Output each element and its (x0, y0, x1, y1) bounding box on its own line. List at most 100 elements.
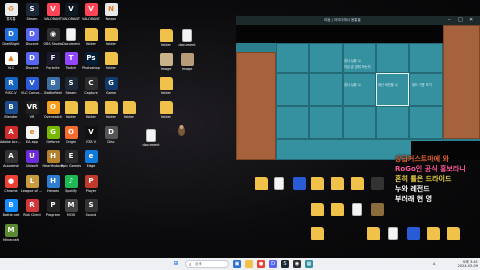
desktop-shortcut[interactable]: D Disc (100, 125, 122, 150)
desktop-shortcut[interactable]: Ps Photoshop (80, 51, 102, 76)
board-tile[interactable] (409, 106, 443, 139)
obs-taskbar-icon[interactable]: ◉ (293, 260, 301, 268)
desktop-shortcut[interactable]: C Capture (80, 76, 102, 101)
desktop-shortcut[interactable] (326, 176, 348, 201)
chrome-taskbar-icon[interactable]: ● (257, 260, 265, 268)
desktop-shortcut[interactable]: VR VR (21, 100, 43, 125)
desktop-shortcut[interactable]: Document (60, 27, 82, 52)
desktop-shortcut[interactable]: ● Chrome (0, 174, 22, 199)
desktop-shortcut[interactable]: LLeague of Legends (21, 174, 43, 199)
desktop-shortcut[interactable]: V GTA V (80, 125, 102, 150)
board-tile[interactable] (276, 43, 309, 73)
desktop-shortcut[interactable] (306, 202, 328, 227)
app-icon (406, 227, 420, 240)
board-tile[interactable] (309, 73, 343, 106)
language-indicator[interactable]: A (433, 262, 435, 266)
desktop-shortcut[interactable] (362, 226, 384, 251)
desktop-shortcut[interactable]: D Discord (21, 51, 43, 76)
desktop-shortcut[interactable]: U Ubisoft (21, 149, 43, 174)
start-button[interactable]: ⊞ (172, 260, 180, 268)
desktop-shortcut[interactable]: N Nexon (100, 2, 122, 27)
desktop-shortcut[interactable]: e EA app (21, 125, 43, 150)
desktop-shortcut[interactable]: R RISC-V (0, 76, 22, 101)
desktop-icon-column-6: N Nexon folder folder G Game folder D Disc (100, 2, 122, 149)
minimize-button[interactable]: – (448, 17, 451, 23)
taskbar-search[interactable]: ⌕ 검색 (185, 260, 229, 268)
desktop-shortcut[interactable]: folder (155, 28, 177, 53)
board-tile-brown-right[interactable] (443, 25, 480, 139)
desktop-shortcut[interactable]: G Game (100, 76, 122, 101)
game-window[interactable]: 리듬 | 아이다에서 몸통을 – □ ✕ 경사 상황 나 지금 끝 맞춰 보는지… (236, 16, 480, 160)
maximize-button[interactable]: □ (458, 17, 463, 23)
steam-taskbar-icon[interactable]: S (281, 260, 289, 268)
desktop-shortcut[interactable]: B Blender (0, 100, 22, 125)
desktop-shortcut[interactable] (306, 226, 328, 251)
desktop-shortcut[interactable]: ♻ 휴지통 (0, 2, 22, 27)
desktop-shortcut[interactable]: e Edge (80, 149, 102, 174)
desktop-shortcut[interactable]: folder (118, 100, 140, 125)
discord-taskbar-icon[interactable]: D (269, 260, 277, 268)
board-tile[interactable] (276, 106, 309, 139)
desktop-shortcut[interactable]: folder (155, 76, 177, 101)
desktop-shortcut[interactable]: document (176, 28, 198, 53)
selected-tile-outline[interactable] (376, 73, 409, 106)
board-tile[interactable] (343, 106, 376, 139)
desktop-shortcut[interactable]: O Origin (60, 125, 82, 150)
board-tile[interactable] (309, 43, 343, 73)
desktop-shortcut[interactable]: document (140, 128, 162, 153)
desktop-shortcut[interactable]: A Autodesk (0, 149, 22, 174)
board-tile-brown-left[interactable] (236, 52, 276, 160)
desktop-shortcut[interactable]: folder (155, 100, 177, 125)
desktop-shortcut[interactable] (346, 176, 368, 201)
desktop-shortcut[interactable]: folder (60, 100, 82, 125)
desktop-shortcut[interactable]: folder (80, 100, 102, 125)
desktop-shortcut[interactable] (402, 226, 424, 251)
clock[interactable]: 오후 3:41 2024-03-09 (446, 260, 478, 268)
desktop-shortcut[interactable]: VVLC Converter (21, 76, 43, 101)
desktop-shortcut[interactable]: M Minecraft (0, 223, 22, 248)
board-tile[interactable] (376, 106, 409, 139)
desktop-shortcut[interactable]: folder (80, 27, 102, 52)
desktop-shortcut[interactable]: folder (100, 27, 122, 52)
desktop-shortcut[interactable]: T Twitch (60, 51, 82, 76)
desktop-shortcut[interactable] (306, 176, 328, 201)
desktop-shortcut[interactable] (268, 176, 290, 201)
desktop-shortcut[interactable] (326, 202, 348, 227)
board-tile[interactable] (309, 106, 343, 139)
game-board[interactable]: 경사 상황 나 지금 끝 맞춰 보는지 최신 버전을 나 경사 상황 나 빌드 … (236, 25, 480, 160)
desktop-shortcut[interactable] (382, 226, 404, 251)
window-titlebar[interactable]: 리듬 | 아이다에서 몸통을 – □ ✕ (236, 16, 480, 25)
desktop-shortcut[interactable]: P Player (80, 174, 102, 199)
desktop-shortcut[interactable]: D DraftSight (0, 27, 22, 52)
desktop-shortcut[interactable]: M MOD (60, 198, 82, 223)
desktop-shortcut[interactable]: V VALORANT (60, 2, 82, 27)
desktop-shortcut[interactable]: R Riot Client (21, 198, 43, 223)
game-taskbar-icon[interactable]: ▦ (305, 260, 313, 268)
board-tile[interactable] (376, 43, 409, 73)
board-tile[interactable] (343, 73, 376, 106)
desktop-shortcut[interactable]: AAdobe Acrobat (0, 125, 22, 150)
desktop-shortcut[interactable]: B Battle.net (0, 198, 22, 223)
task-view-button[interactable]: ▣ (233, 260, 241, 268)
board-tile[interactable] (409, 43, 443, 73)
file-explorer-taskbar-icon[interactable] (245, 260, 253, 268)
board-tile[interactable] (409, 73, 443, 106)
board-tile[interactable] (276, 73, 309, 106)
desktop-shortcut[interactable]: S Steam (21, 2, 43, 27)
desktop-shortcut[interactable] (442, 226, 464, 251)
desktop-shortcut[interactable] (346, 202, 368, 227)
desktop-shortcut[interactable]: D Discord (21, 27, 43, 52)
desktop-shortcut[interactable]: image (176, 52, 198, 77)
desktop-shortcut[interactable]: ♪ Spotify (60, 174, 82, 199)
desktop-shortcut[interactable]: S Sound (80, 198, 102, 223)
desktop-shortcut[interactable]: ▲ VLC (0, 51, 22, 76)
desktop-shortcut[interactable]: E Epic Games (60, 149, 82, 174)
desktop-shortcut[interactable] (366, 202, 388, 227)
desktop-shortcut[interactable] (366, 176, 388, 201)
desktop-shortcut[interactable]: image (155, 52, 177, 77)
desktop-shortcut[interactable]: folder (100, 51, 122, 76)
close-button[interactable]: ✕ (469, 17, 473, 23)
desktop-shortcut[interactable] (422, 226, 444, 251)
desktop-shortcut[interactable]: S Steam (60, 76, 82, 101)
desktop-shortcut[interactable]: V VALORANT (80, 2, 102, 27)
